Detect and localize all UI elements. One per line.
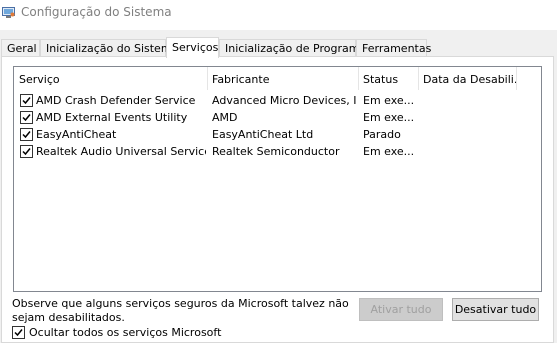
- disable-all-button[interactable]: Desativar tudo: [452, 298, 539, 321]
- title-bar[interactable]: Configuração do Sistema: [0, 0, 557, 30]
- service-status: Parado: [363, 128, 401, 141]
- table-row[interactable]: Realtek Audio Universal Service Realtek …: [14, 143, 541, 160]
- service-checkbox[interactable]: [20, 128, 33, 141]
- hide-microsoft-services-label[interactable]: Ocultar todos os serviços Microsoft: [29, 326, 221, 339]
- service-status: Em exe...: [363, 145, 415, 158]
- tab-servicos[interactable]: Serviços: [166, 37, 219, 58]
- service-manufacturer: EasyAntiCheat Ltd: [212, 128, 314, 141]
- column-header-manufacturer[interactable]: Fabricante: [207, 67, 358, 90]
- column-header-disabled-date[interactable]: Data da Desabili...: [418, 67, 516, 90]
- service-name: Realtek Audio Universal Service: [36, 145, 206, 158]
- tab-strip: Geral Inicialização do Sistema Serviços …: [0, 37, 557, 58]
- enable-all-button[interactable]: Ativar tudo: [359, 298, 443, 321]
- column-divider[interactable]: [516, 67, 517, 90]
- msconfig-app-icon: [2, 7, 15, 18]
- service-checkbox[interactable]: [20, 94, 33, 107]
- hide-microsoft-services-checkbox[interactable]: [12, 326, 25, 339]
- tab-inicializacao-programas[interactable]: Inicialização de Programas: [219, 39, 372, 57]
- service-status: Em exe...: [363, 94, 415, 107]
- table-row[interactable]: AMD External Events Utility AMD Em exe..…: [14, 109, 541, 126]
- list-header: Serviço Fabricante Status Data da Desabi…: [14, 67, 541, 90]
- service-manufacturer: Advanced Micro Devices, I...: [212, 94, 356, 107]
- tab-ferramentas[interactable]: Ferramentas: [356, 39, 431, 57]
- service-name: AMD Crash Defender Service: [36, 94, 196, 107]
- service-manufacturer: AMD: [212, 111, 238, 124]
- window-title: Configuração do Sistema: [21, 5, 172, 19]
- tab-geral[interactable]: Geral: [1, 39, 40, 57]
- system-configuration-window: Configuração do Sistema Geral Inicializa…: [0, 0, 557, 343]
- table-row[interactable]: EasyAntiCheat EasyAntiCheat Ltd Parado: [14, 126, 541, 143]
- service-manufacturer: Realtek Semiconductor: [212, 145, 340, 158]
- service-checkbox[interactable]: [20, 111, 33, 124]
- service-checkbox[interactable]: [20, 145, 33, 158]
- service-name: EasyAntiCheat: [36, 128, 117, 141]
- service-status: Em exe...: [363, 111, 415, 124]
- column-header-status[interactable]: Status: [358, 67, 418, 90]
- table-row[interactable]: AMD Crash Defender Service Advanced Micr…: [14, 92, 541, 109]
- column-header-service[interactable]: Serviço: [14, 67, 207, 90]
- service-name: AMD External Events Utility: [36, 111, 188, 124]
- tab-inicializacao-sistema[interactable]: Inicialização do Sistema: [40, 39, 178, 57]
- services-list[interactable]: Serviço Fabricante Status Data da Desabi…: [13, 66, 542, 292]
- microsoft-services-note: Observe que alguns serviços seguros da M…: [12, 297, 349, 324]
- services-panel: Serviço Fabricante Status Data da Desabi…: [1, 56, 554, 343]
